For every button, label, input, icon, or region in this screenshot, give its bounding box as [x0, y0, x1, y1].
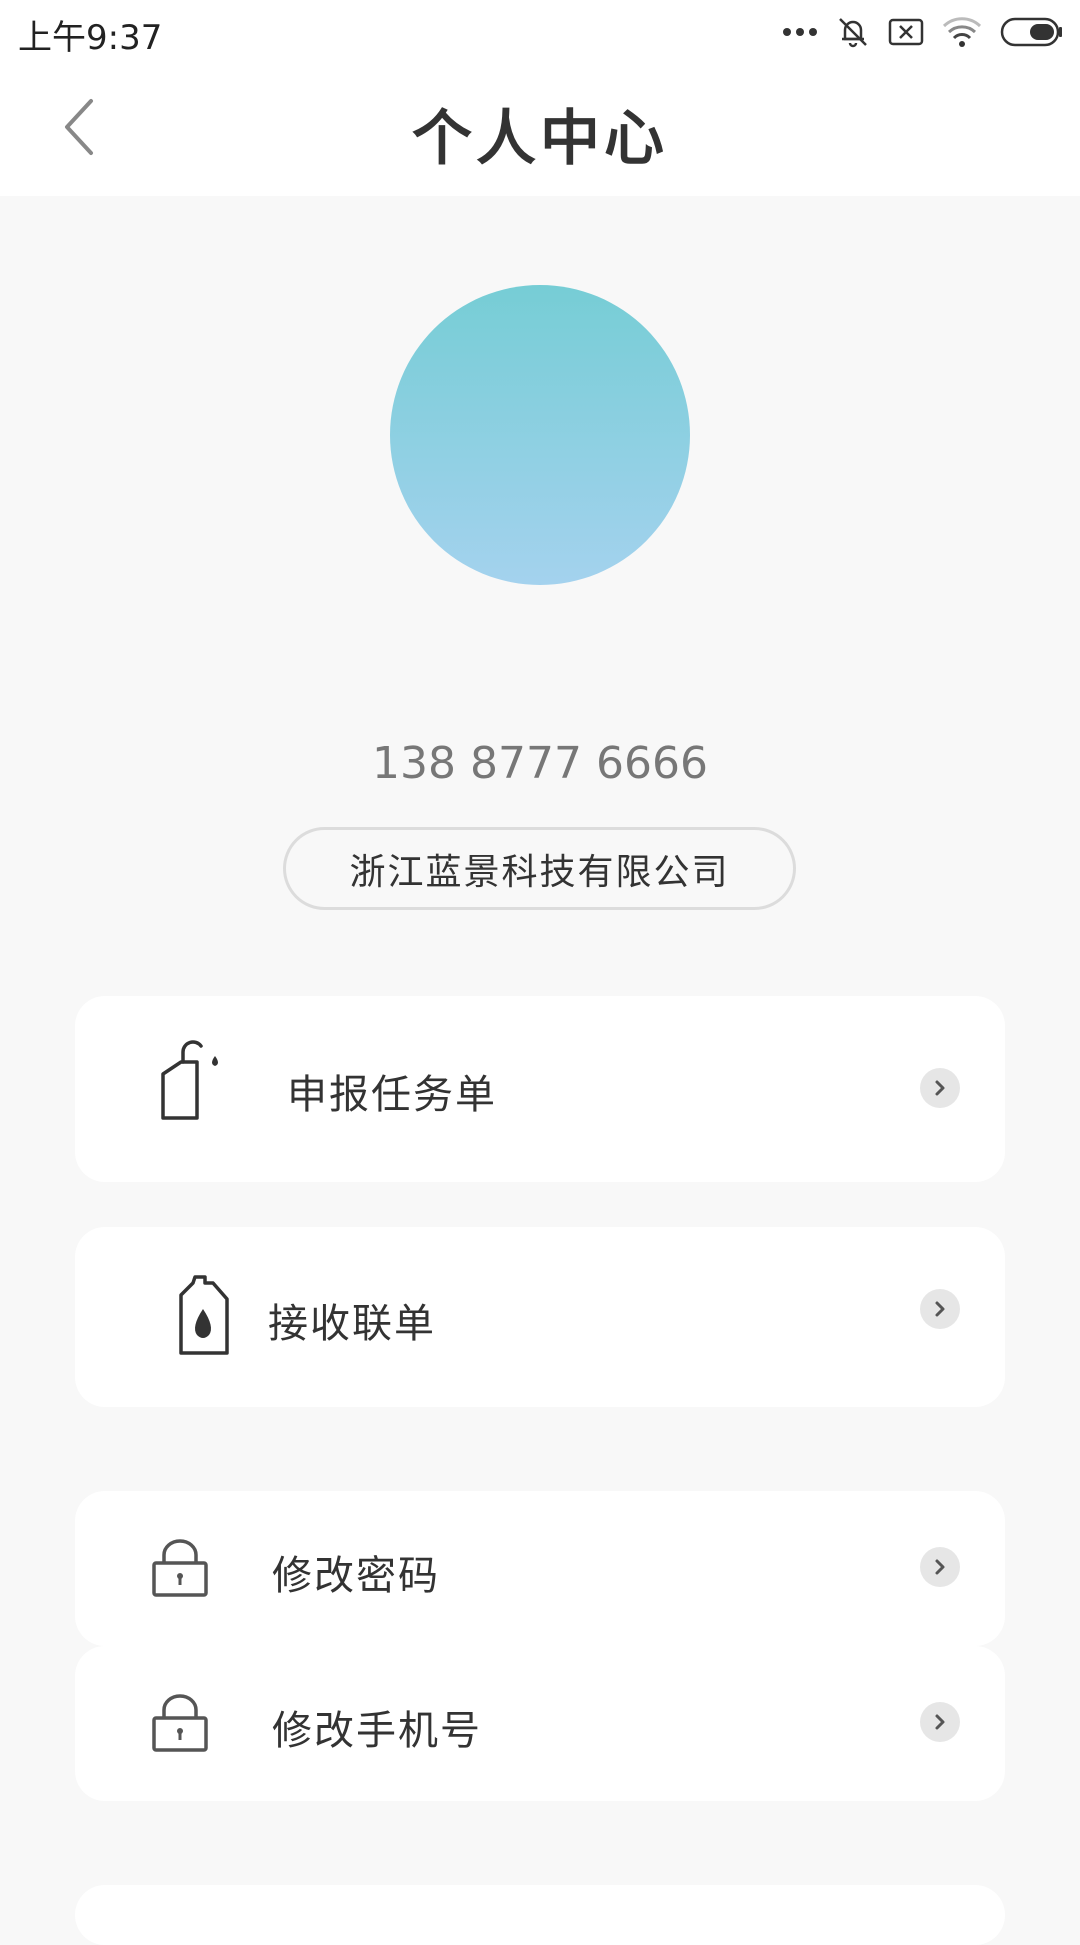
oil-canister-icon: [173, 1271, 233, 1361]
more-dots-icon: [782, 27, 818, 37]
nav-bar: 个人中心: [0, 64, 1080, 196]
chevron-right-icon: [920, 1547, 960, 1587]
chevron-right-icon: [920, 1702, 960, 1742]
menu-item-report-task[interactable]: 申报任务单: [75, 996, 1005, 1182]
lock-icon: [150, 1694, 210, 1754]
avatar[interactable]: [390, 285, 690, 585]
menu-item-label: 申报任务单: [287, 1072, 497, 1118]
status-bar: 上午9:37: [0, 0, 1080, 64]
menu-item-change-phone[interactable]: 修改手机号: [75, 1646, 1005, 1801]
menu-item-label: 修改手机号: [272, 1708, 482, 1754]
menu-item-partial[interactable]: [75, 1885, 1005, 1945]
menu-item-receive-manifest[interactable]: 接收联单: [75, 1227, 1005, 1407]
mute-bell-icon: [836, 15, 870, 49]
battery-icon: [1000, 17, 1064, 47]
sim-x-icon: [888, 18, 924, 46]
status-icons: [782, 12, 1064, 52]
wifi-icon: [942, 16, 982, 48]
chevron-right-icon: [920, 1289, 960, 1329]
lock-icon: [150, 1539, 210, 1599]
page-title: 个人中心: [412, 104, 668, 174]
status-time: 上午9:37: [18, 18, 163, 58]
phone-number: 138 8777 6666: [372, 738, 708, 789]
menu-item-change-password[interactable]: 修改密码: [75, 1491, 1005, 1646]
company-badge: 浙江蓝景科技有限公司: [283, 827, 796, 910]
spray-bottle-icon: [153, 1038, 233, 1128]
chevron-right-icon: [920, 1068, 960, 1108]
menu-item-label: 接收联单: [268, 1301, 436, 1347]
menu-item-label: 修改密码: [272, 1553, 440, 1599]
company-name: 浙江蓝景科技有限公司: [349, 851, 730, 893]
